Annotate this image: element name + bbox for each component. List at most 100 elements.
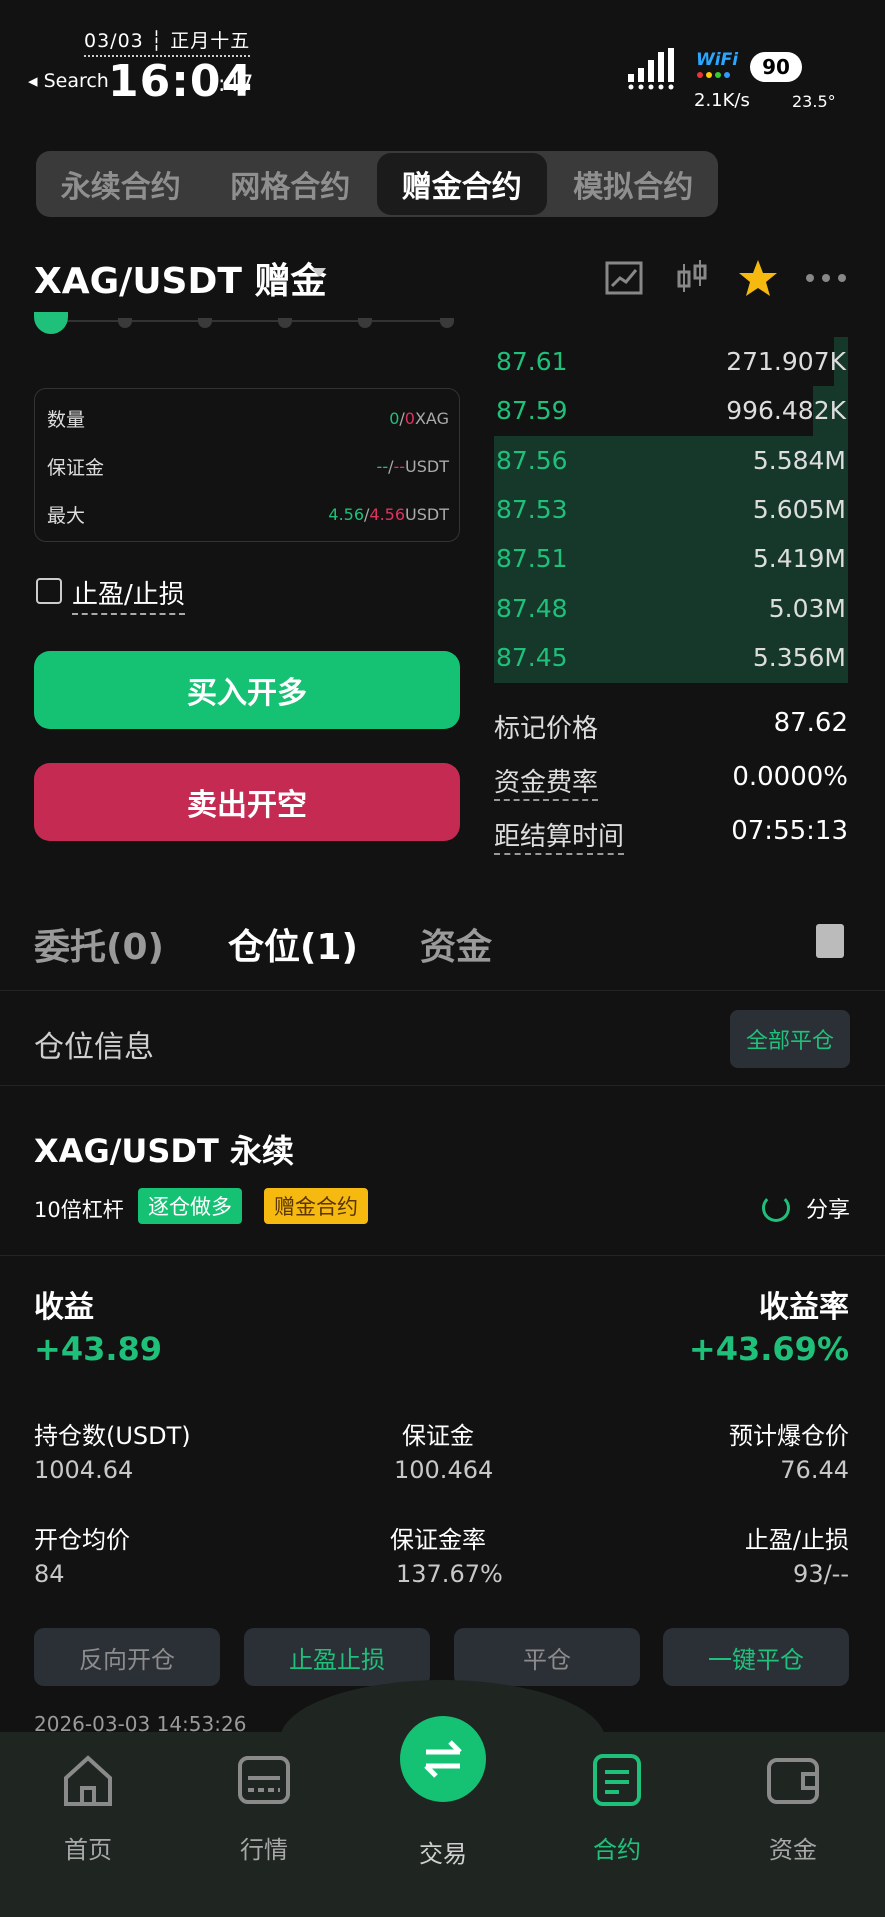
nav-label: 交易 — [419, 1840, 467, 1868]
tpsl-checkbox[interactable] — [36, 578, 62, 604]
tpsl-button[interactable]: 止盈止损 — [244, 1628, 430, 1686]
orderbook-price: 87.56 — [496, 445, 568, 475]
orderbook-price: 87.59 — [496, 395, 568, 425]
nav-trade-button[interactable] — [400, 1716, 486, 1802]
nav-label: 合约 — [593, 1836, 641, 1864]
settlement-time-row: 距结算时间 07:55:13 — [494, 816, 848, 855]
nav-contract[interactable]: 合约 — [557, 1750, 677, 1865]
slider-step[interactable] — [118, 318, 132, 328]
field-value: 100.464 — [394, 1456, 494, 1484]
orderbook-row[interactable]: 87.51 5.419M — [494, 535, 848, 581]
orderbook-row[interactable]: 87.48 5.03M — [494, 585, 848, 631]
info-value: 0/0XAG — [389, 408, 449, 428]
more-icon[interactable] — [804, 258, 848, 298]
nav-assets[interactable]: 资金 — [733, 1750, 853, 1865]
orderbook-row[interactable]: 87.56 5.584M — [494, 437, 848, 483]
tab-perpetual[interactable]: 永续合约 — [36, 151, 206, 217]
list-icon[interactable] — [816, 924, 844, 958]
tab-positions[interactable]: 仓位(1) — [228, 918, 358, 970]
info-row-margin: 保证金 --/--USDT — [47, 451, 449, 481]
leverage-slider-track[interactable] — [50, 320, 450, 322]
field-value: 76.44 — [780, 1456, 849, 1484]
line-chart-icon[interactable] — [604, 258, 644, 298]
roi-value: +43.69% — [688, 1330, 849, 1368]
contract-icon — [593, 1754, 641, 1806]
field-label: 保证金 — [402, 1422, 474, 1450]
reverse-open-button[interactable]: 反向开仓 — [34, 1628, 220, 1686]
field-value: 93/-- — [793, 1560, 849, 1588]
nav-label: 首页 — [64, 1836, 112, 1864]
home-icon — [64, 1755, 112, 1806]
tab-orders[interactable]: 委托(0) — [34, 918, 164, 970]
info-value: --/--USDT — [376, 456, 449, 476]
field-value: 1004.64 — [34, 1456, 134, 1484]
back-search-link[interactable]: ◂ Search — [28, 70, 109, 92]
orderbook-row[interactable]: 87.45 5.356M — [494, 634, 848, 680]
tab-funds[interactable]: 资金 — [420, 918, 492, 970]
stat-label: 标记价格 — [494, 714, 599, 744]
one-click-close-button[interactable]: 一键平仓 — [663, 1628, 849, 1686]
info-value: 4.56/4.56USDT — [328, 504, 449, 524]
candlestick-icon[interactable] — [672, 258, 712, 298]
nav-label: 行情 — [240, 1836, 288, 1864]
order-info-box: 数量 0/0XAG 保证金 --/--USDT 最大 4.56/4.56USDT — [34, 388, 460, 542]
divider — [0, 990, 885, 991]
orderbook-qty: 996.482K — [726, 395, 846, 425]
market-icon — [238, 1756, 290, 1804]
orderbook-qty: 5.584M — [752, 445, 846, 475]
slider-step[interactable] — [358, 318, 372, 328]
field-label[interactable]: 止盈/止损 — [745, 1520, 849, 1555]
orderbook-price: 87.61 — [496, 346, 568, 376]
status-date: 03/03 ┆ 正月十五 — [84, 26, 251, 57]
roi-label: 收益率 — [759, 1290, 849, 1325]
stat-value: 0.0000% — [732, 762, 848, 792]
field-label: 持仓数(USDT) — [34, 1422, 191, 1450]
contract-tabs: 永续合约 网格合约 赠金合约 模拟合约 — [36, 151, 718, 217]
pair-selector[interactable]: XAG/USDT 赠金 — [34, 252, 326, 304]
nav-home[interactable]: 首页 — [28, 1750, 148, 1865]
orderbook-row[interactable]: 87.53 5.605M — [494, 486, 848, 532]
close-position-button[interactable]: 平仓 — [454, 1628, 640, 1686]
share-icon[interactable] — [762, 1194, 790, 1222]
net-speed: 2.1K/s — [694, 90, 750, 111]
orderbook-qty: 5.605M — [752, 494, 846, 524]
slider-knob[interactable] — [34, 312, 68, 334]
sell-short-button[interactable]: 卖出开空 — [34, 763, 460, 841]
slider-step[interactable] — [440, 318, 454, 328]
status-seconds: :47 — [218, 72, 254, 97]
buy-long-button[interactable]: 买入开多 — [34, 651, 460, 729]
divider — [0, 1255, 885, 1256]
field-value: 84 — [34, 1560, 65, 1588]
stat-label[interactable]: 距结算时间 — [494, 816, 625, 855]
slider-step[interactable] — [198, 318, 212, 328]
temperature: 23.5° — [792, 92, 836, 111]
nav-market[interactable]: 行情 — [204, 1750, 324, 1865]
caret-down-icon[interactable] — [312, 268, 326, 277]
orderbook-price: 87.48 — [496, 593, 568, 623]
close-all-button[interactable]: 全部平仓 — [730, 1010, 850, 1068]
star-icon[interactable] — [738, 258, 778, 298]
orderbook-row[interactable]: 87.61 271.907K — [494, 338, 848, 384]
info-label: 最大 — [47, 504, 86, 527]
tab-bonus[interactable]: 赠金合约 — [377, 153, 547, 215]
funding-rate-row[interactable]: 资金费率 0.0000% — [494, 762, 848, 801]
stat-label[interactable]: 资金费率 — [494, 762, 599, 801]
battery-icon: 90 — [750, 52, 802, 82]
tab-grid[interactable]: 网格合约 — [206, 151, 376, 217]
nav-label: 资金 — [769, 1836, 817, 1864]
info-label: 保证金 — [47, 456, 105, 479]
divider — [0, 1085, 885, 1086]
share-button[interactable]: 分享 — [806, 1192, 850, 1224]
position-title: XAG/USDT 永续 — [34, 1132, 294, 1170]
slider-step[interactable] — [278, 318, 292, 328]
orderbook-price: 87.51 — [496, 543, 568, 573]
swap-icon — [424, 1740, 462, 1778]
stat-value: 07:55:13 — [731, 816, 848, 846]
orderbook-row[interactable]: 87.59 996.482K — [494, 387, 848, 433]
tab-demo[interactable]: 模拟合约 — [549, 151, 719, 217]
bonus-contract-badge: 赠金合约 — [264, 1188, 368, 1224]
tpsl-label[interactable]: 止盈/止损 — [72, 574, 185, 615]
orderbook-qty: 5.03M — [768, 593, 846, 623]
section-title: 仓位信息 — [34, 1030, 154, 1065]
leverage-label: 10倍杠杆 — [34, 1198, 124, 1222]
